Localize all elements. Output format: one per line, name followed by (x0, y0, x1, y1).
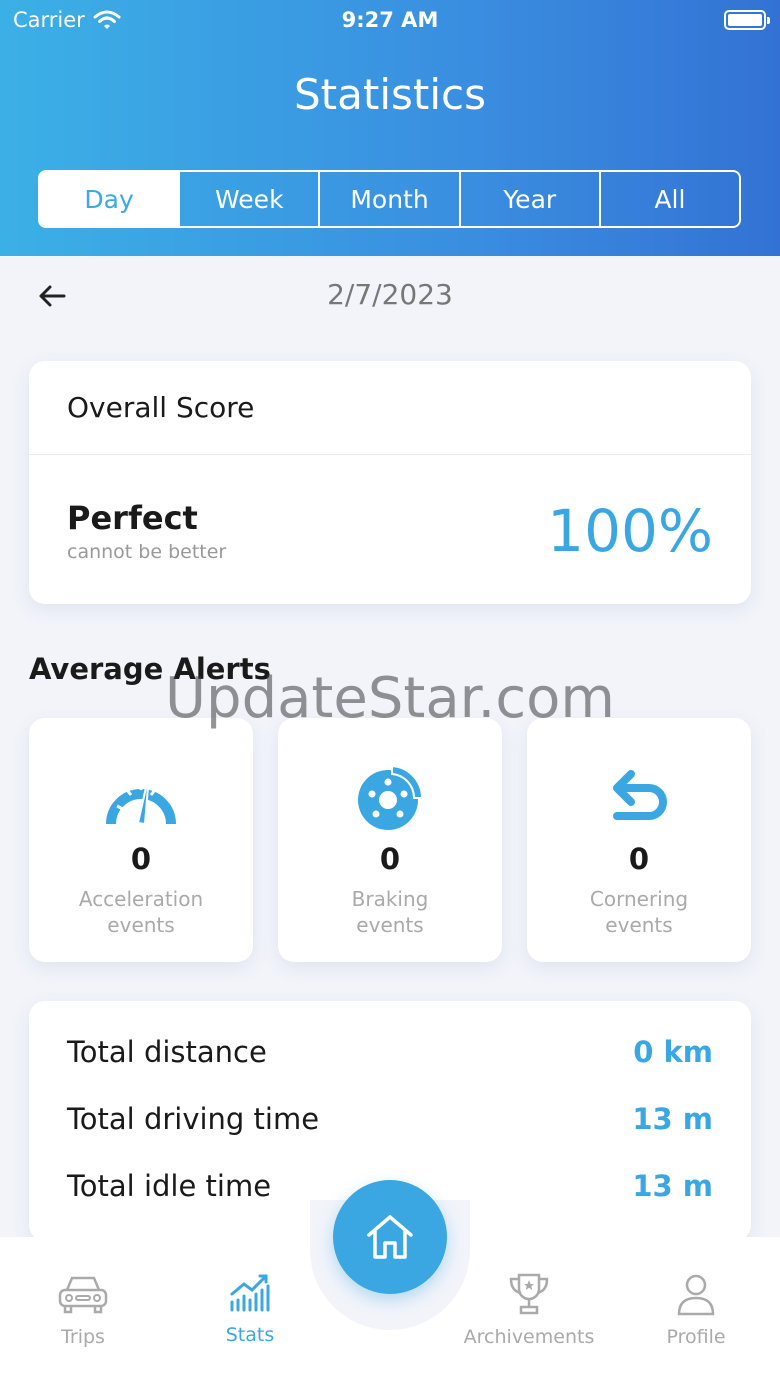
cornering-label: Cornering events (527, 886, 751, 938)
tab-year[interactable]: Year (461, 172, 601, 226)
nav-trips[interactable]: Trips (3, 1270, 163, 1348)
overall-score-card: Overall Score Perfect cannot be better 1… (29, 361, 751, 604)
acceleration-label-line2: events (107, 913, 175, 937)
header: Carrier 9:27 AM Statistics Day Week Mont… (0, 0, 780, 256)
current-date: 2/7/2023 (327, 278, 453, 311)
nav-trips-label: Trips (61, 1326, 105, 1348)
brake-disc-icon (358, 764, 424, 830)
speedometer-icon (106, 773, 176, 826)
nav-achievements[interactable]: Archivements (449, 1270, 609, 1348)
tab-month[interactable]: Month (320, 172, 461, 226)
braking-label: Braking events (278, 886, 502, 938)
u-turn-icon (613, 770, 667, 820)
total-distance-label: Total distance (67, 1035, 267, 1069)
nav-profile-label: Profile (666, 1326, 726, 1348)
score-rating: Perfect (67, 499, 198, 537)
total-distance-value: 0 km (633, 1035, 713, 1069)
trophy-icon (509, 1273, 549, 1315)
braking-label-line2: events (356, 913, 424, 937)
home-button[interactable] (333, 1180, 447, 1294)
stats-icon (230, 1274, 270, 1312)
cornering-alert-card: 0 Cornering events (527, 718, 751, 962)
total-driving-time-value: 13 m (632, 1102, 713, 1136)
acceleration-label: Acceleration events (29, 886, 253, 938)
total-driving-time-label: Total driving time (67, 1102, 320, 1136)
tab-week[interactable]: Week (180, 172, 321, 226)
nav-profile[interactable]: Profile (616, 1270, 776, 1348)
tab-all[interactable]: All (601, 172, 739, 226)
clock: 9:27 AM (341, 8, 439, 32)
score-heading: Overall Score (29, 361, 751, 455)
braking-alert-card: 0 Braking events (278, 718, 502, 962)
acceleration-alert-card: 0 Acceleration events (29, 718, 253, 962)
total-idle-time-value: 13 m (632, 1169, 713, 1203)
nav-achievements-label: Archivements (463, 1326, 595, 1348)
page-title: Statistics (294, 70, 486, 119)
acceleration-label-line1: Acceleration (78, 887, 204, 911)
total-driving-time-row: Total driving time 13 m (67, 1102, 713, 1136)
tab-day[interactable]: Day (40, 172, 181, 226)
score-caption: cannot be better (67, 541, 227, 563)
braking-label-line1: Braking (351, 887, 429, 911)
profile-icon (677, 1274, 715, 1316)
home-icon (367, 1215, 413, 1259)
braking-count: 0 (379, 842, 401, 876)
period-segmented-control: Day Week Month Year All (38, 170, 741, 228)
cornering-label-line1: Cornering (589, 887, 689, 911)
score-value: 100% (547, 497, 713, 565)
total-distance-row: Total distance 0 km (67, 1035, 713, 1069)
nav-stats[interactable]: Stats (170, 1268, 330, 1346)
total-idle-time-label: Total idle time (67, 1169, 272, 1203)
date-navigator: 2/7/2023 (0, 272, 780, 318)
average-alerts-title: Average Alerts (29, 652, 271, 686)
cornering-label-line2: events (605, 913, 673, 937)
cornering-count: 0 (628, 842, 650, 876)
car-icon (58, 1276, 108, 1314)
nav-stats-label: Stats (225, 1324, 275, 1346)
battery-icon (724, 10, 770, 30)
acceleration-count: 0 (130, 842, 152, 876)
status-bar: Carrier 9:27 AM (0, 0, 780, 40)
